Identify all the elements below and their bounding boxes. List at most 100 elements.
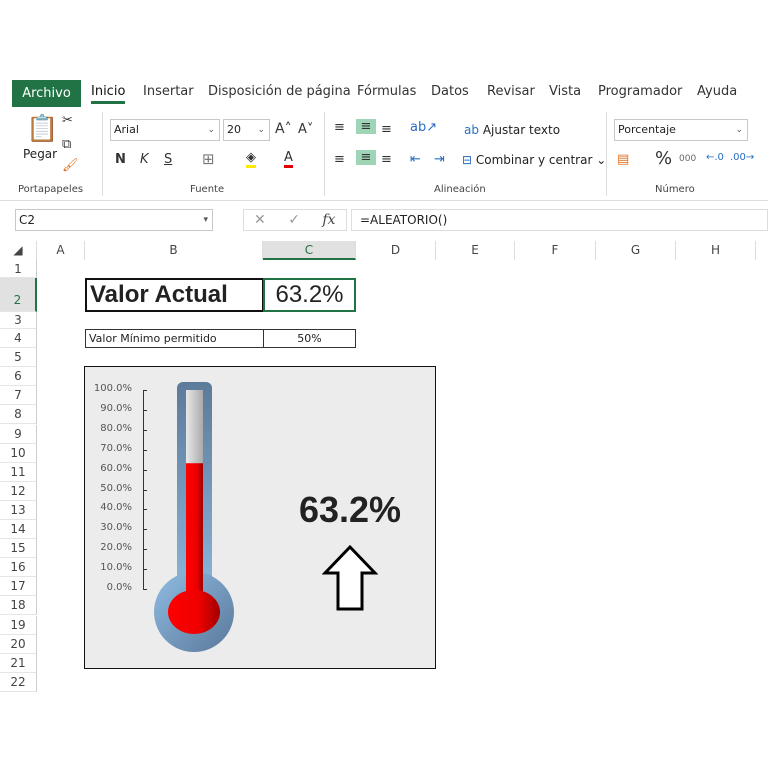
- align-center-icon[interactable]: ≡: [356, 150, 376, 165]
- tab-ayuda[interactable]: Ayuda: [697, 84, 737, 99]
- thermometer: [154, 382, 234, 652]
- tab-disposicion[interactable]: Disposición de página: [208, 84, 351, 99]
- group-label-alignment: Alineación: [434, 184, 486, 195]
- tab-datos[interactable]: Datos: [431, 84, 469, 99]
- tab-vista[interactable]: Vista: [549, 84, 581, 99]
- axis-tick-label: 10.0%: [100, 562, 132, 574]
- col-header-g[interactable]: G: [596, 241, 676, 260]
- wrap-text-icon: ab: [464, 123, 479, 137]
- wrap-text-button[interactable]: ab Ajustar texto: [464, 123, 560, 137]
- chevron-down-icon: ⌄: [735, 125, 743, 135]
- tab-archivo[interactable]: Archivo: [12, 80, 81, 107]
- fill-color-icon[interactable]: ◈: [246, 150, 256, 168]
- row-header[interactable]: 7: [0, 386, 37, 406]
- tab-insertar[interactable]: Insertar: [143, 84, 194, 99]
- row-header[interactable]: 6: [0, 367, 37, 387]
- align-right-icon[interactable]: ≡: [381, 152, 392, 167]
- font-color-icon[interactable]: A: [284, 150, 293, 168]
- align-left-icon[interactable]: ≡: [334, 152, 345, 167]
- row-header[interactable]: 13: [0, 500, 37, 520]
- row-header[interactable]: 19: [0, 615, 37, 635]
- row-header[interactable]: 5: [0, 348, 37, 368]
- merge-center-button[interactable]: ⊟ Combinar y centrar ⌄: [462, 153, 606, 167]
- decrease-indent-icon[interactable]: ⇤: [410, 152, 421, 167]
- row-header[interactable]: 10: [0, 443, 37, 463]
- row-header[interactable]: 8: [0, 405, 37, 425]
- row-header[interactable]: 17: [0, 577, 37, 597]
- align-middle-icon[interactable]: ≡: [356, 119, 376, 134]
- cell-c4[interactable]: 50%: [263, 329, 356, 348]
- col-header-e[interactable]: E: [436, 241, 515, 260]
- col-header-b[interactable]: B: [85, 241, 263, 260]
- font-size-select[interactable]: 20 ⌄: [223, 119, 270, 141]
- axis-tick-label: 60.0%: [100, 462, 132, 474]
- font-name-select[interactable]: Arial ⌄: [110, 119, 220, 141]
- row-header[interactable]: 15: [0, 539, 37, 559]
- row-header[interactable]: 20: [0, 634, 37, 654]
- row-header[interactable]: 18: [0, 596, 37, 616]
- tab-formulas[interactable]: Fórmulas: [357, 84, 416, 99]
- formula-input[interactable]: =ALEATORIO(): [351, 209, 768, 231]
- increase-indent-icon[interactable]: ⇥: [434, 152, 445, 167]
- name-box[interactable]: C2 ▾: [15, 209, 213, 231]
- tab-inicio[interactable]: Inicio: [91, 84, 126, 104]
- row-header[interactable]: 9: [0, 424, 37, 444]
- paste-icon[interactable]: 📋: [26, 114, 58, 144]
- tab-programador[interactable]: Programador: [598, 84, 682, 99]
- decrease-decimal-icon[interactable]: .00→: [730, 152, 754, 163]
- insert-function-icon[interactable]: fx: [322, 212, 335, 228]
- underline-button[interactable]: S: [164, 152, 172, 167]
- tab-revisar[interactable]: Revisar: [487, 84, 535, 99]
- borders-icon[interactable]: ⊞: [202, 150, 215, 168]
- cut-icon[interactable]: ✂: [62, 113, 73, 128]
- italic-button[interactable]: K: [140, 152, 149, 167]
- merge-icon: ⊟: [462, 153, 473, 167]
- font-name-value: Arial: [114, 123, 139, 136]
- bold-button[interactable]: N: [115, 152, 126, 167]
- cell-b4[interactable]: Valor Mínimo permitido: [85, 329, 264, 348]
- col-header-h[interactable]: H: [676, 241, 756, 260]
- number-format-select[interactable]: Porcentaje ⌄: [614, 119, 748, 141]
- thousands-button[interactable]: 000: [679, 154, 696, 164]
- select-all[interactable]: ◢: [0, 241, 37, 260]
- enter-icon[interactable]: ✓: [288, 212, 300, 228]
- divider: [102, 112, 103, 196]
- col-header-c[interactable]: C: [263, 241, 356, 260]
- chevron-down-icon: ▾: [203, 215, 208, 225]
- row-header[interactable]: 2: [0, 278, 37, 312]
- axis-tick-label: 70.0%: [100, 442, 132, 454]
- axis-tick-label: 30.0%: [100, 522, 132, 534]
- paste-button[interactable]: Pegar: [23, 147, 57, 161]
- copy-icon[interactable]: ⧉: [62, 137, 71, 152]
- row-header[interactable]: 1: [0, 260, 37, 278]
- bulb-fill: [168, 590, 220, 634]
- format-painter-icon[interactable]: 🖌: [62, 158, 79, 173]
- orientation-icon[interactable]: ab↗: [410, 120, 437, 135]
- row-header[interactable]: 21: [0, 653, 37, 673]
- row-header[interactable]: 12: [0, 481, 37, 501]
- cell-b2[interactable]: Valor Actual: [85, 278, 264, 312]
- cancel-icon[interactable]: ✕: [254, 212, 266, 228]
- row-header[interactable]: 3: [0, 312, 37, 329]
- col-header-a[interactable]: A: [37, 241, 85, 260]
- axis-tick-label: 100.0%: [93, 383, 132, 394]
- col-header-d[interactable]: D: [356, 241, 436, 260]
- row-header[interactable]: 14: [0, 520, 37, 540]
- row-header[interactable]: 4: [0, 329, 37, 349]
- chevron-down-icon: ⌄: [207, 125, 215, 135]
- col-header-f[interactable]: F: [515, 241, 596, 260]
- increase-font-icon[interactable]: A˄: [275, 121, 292, 137]
- align-top-icon[interactable]: ≡: [334, 120, 345, 135]
- percent-button[interactable]: %: [655, 148, 672, 169]
- group-label-number: Número: [655, 184, 695, 195]
- row-header[interactable]: 22: [0, 672, 37, 692]
- cell-c2[interactable]: 63.2%: [263, 278, 356, 312]
- align-bottom-icon[interactable]: ≡: [381, 122, 392, 137]
- row-header[interactable]: 16: [0, 558, 37, 578]
- decrease-font-icon[interactable]: A˅: [298, 122, 313, 137]
- group-label-clipboard: Portapapeles: [18, 184, 84, 195]
- increase-decimal-icon[interactable]: ←.0: [706, 152, 724, 163]
- accounting-format-icon[interactable]: ▤: [617, 152, 629, 167]
- row-header[interactable]: 11: [0, 462, 37, 482]
- chart-value-label: 63.2%: [298, 489, 402, 530]
